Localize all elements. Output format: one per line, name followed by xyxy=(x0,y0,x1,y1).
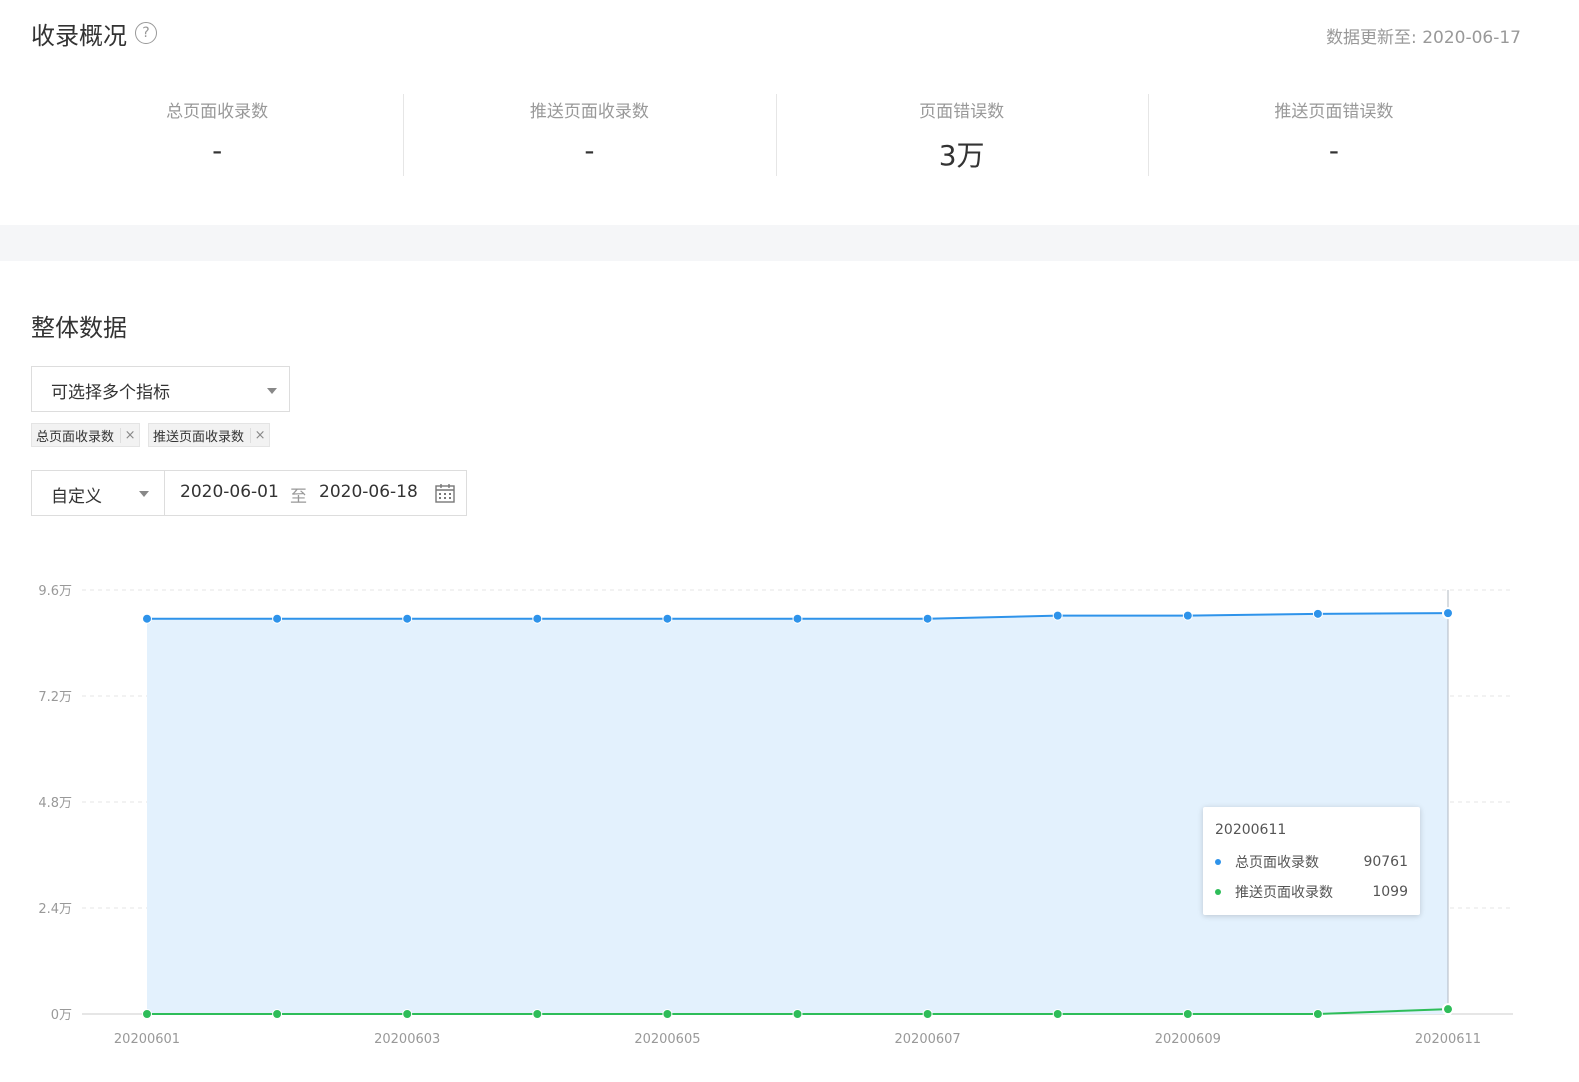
section-title: 整体数据 xyxy=(31,314,127,342)
series-point-push-indexed xyxy=(1052,1009,1063,1019)
metric-tag-label: 推送页面收录数 xyxy=(153,429,245,445)
overview-title: 收录概况 xyxy=(31,22,127,50)
data-updated-text: 数据更新至: 2020-06-17 xyxy=(1326,28,1521,48)
chevron-down-icon xyxy=(267,388,277,394)
series-point-push-indexed xyxy=(402,1009,413,1019)
x-tick-label: 20200611 xyxy=(1415,1032,1481,1047)
stat-push-errors: 推送页面错误数 - xyxy=(1147,92,1520,176)
series-point-push-indexed xyxy=(532,1009,543,1019)
close-icon[interactable]: × xyxy=(120,427,139,443)
stat-value: - xyxy=(1328,134,1339,167)
series-point-total-indexed xyxy=(1182,610,1193,621)
series-point-total-indexed xyxy=(922,613,933,624)
chevron-down-icon xyxy=(139,491,149,497)
y-tick-label: 0万 xyxy=(51,1008,72,1023)
series-point-total-indexed xyxy=(1052,610,1063,621)
series-point-push-indexed xyxy=(1442,1003,1454,1016)
date-range-picker: 自定义 2020-06-01 至 2020-06-18 xyxy=(31,470,467,516)
help-icon[interactable]: ? xyxy=(135,22,157,44)
y-tick-label: 4.8万 xyxy=(38,796,72,811)
series-point-push-indexed xyxy=(1182,1009,1193,1019)
series-point-push-indexed xyxy=(1312,1009,1323,1019)
stat-value: 3万 xyxy=(938,139,985,172)
tooltip-series-value: 1099 xyxy=(1372,884,1408,900)
series-point-total-indexed xyxy=(402,613,413,624)
stat-label: 推送页面收录数 xyxy=(529,102,649,122)
series-dot-icon xyxy=(1215,859,1221,865)
series-dot-icon xyxy=(1215,889,1221,895)
tooltip-row: 推送页面收录数 1099 xyxy=(1215,882,1408,902)
stat-value: - xyxy=(212,134,223,167)
metric-tag-label: 总页面收录数 xyxy=(36,429,115,445)
series-point-total-indexed xyxy=(142,613,152,624)
metric-tag: 推送页面收录数 × xyxy=(148,423,271,447)
date-end-input[interactable]: 2020-06-18 xyxy=(319,482,418,502)
series-point-total-indexed xyxy=(662,613,673,624)
x-tick-label: 20200603 xyxy=(374,1032,440,1047)
x-tick-label: 20200601 xyxy=(114,1032,180,1047)
overview-panel: 收录概况 ? 数据更新至: 2020-06-17 总页面收录数 - 推送页面收录… xyxy=(0,0,1579,225)
stat-page-errors: 页面错误数 3万 xyxy=(775,92,1148,176)
stat-push-indexed: 推送页面收录数 - xyxy=(403,92,775,176)
date-start-input[interactable]: 2020-06-01 xyxy=(180,482,279,502)
stat-label: 页面错误数 xyxy=(919,102,1005,122)
stat-label: 推送页面错误数 xyxy=(1274,102,1394,122)
series-point-push-indexed xyxy=(922,1009,933,1019)
stat-value: - xyxy=(584,134,595,167)
y-tick-label: 9.6万 xyxy=(38,584,72,599)
tooltip-series-value: 90761 xyxy=(1363,854,1408,870)
metric-select[interactable]: 可选择多个指标 xyxy=(31,366,290,412)
date-range-separator: 至 xyxy=(290,487,307,507)
series-point-total-indexed xyxy=(532,613,543,624)
stat-total-indexed: 总页面收录数 - xyxy=(31,92,403,176)
tooltip-date: 20200611 xyxy=(1215,822,1287,838)
series-point-push-indexed xyxy=(272,1009,283,1019)
date-mode-select[interactable]: 自定义 xyxy=(32,471,165,515)
series-point-total-indexed xyxy=(272,613,283,624)
series-point-push-indexed xyxy=(142,1009,152,1019)
x-tick-label: 20200607 xyxy=(895,1032,961,1047)
selected-metric-tags: 总页面收录数 × 推送页面收录数 × xyxy=(31,423,271,447)
tooltip-series-name: 推送页面收录数 xyxy=(1235,885,1333,901)
series-point-push-indexed xyxy=(792,1009,803,1019)
tooltip-series-name: 总页面收录数 xyxy=(1235,855,1319,871)
metric-tag: 总页面收录数 × xyxy=(31,423,141,447)
date-mode-value: 自定义 xyxy=(51,487,102,507)
close-icon[interactable]: × xyxy=(250,427,269,443)
tooltip-row: 总页面收录数 90761 xyxy=(1215,852,1408,872)
series-point-total-indexed xyxy=(1312,608,1323,619)
series-point-total-indexed xyxy=(1442,607,1454,620)
stat-label: 总页面收录数 xyxy=(166,102,269,122)
y-tick-label: 2.4万 xyxy=(38,902,72,917)
calendar-icon[interactable] xyxy=(435,483,455,503)
chart-tooltip: 20200611 总页面收录数 90761 推送页面收录数 1099 xyxy=(1203,807,1420,915)
x-tick-label: 20200605 xyxy=(634,1032,700,1047)
series-point-push-indexed xyxy=(662,1009,673,1019)
x-tick-label: 20200609 xyxy=(1155,1032,1221,1047)
section-divider xyxy=(0,225,1579,261)
stats-row: 总页面收录数 - 推送页面收录数 - 页面错误数 3万 推送页面错误数 - xyxy=(31,92,1520,176)
metric-select-placeholder: 可选择多个指标 xyxy=(51,383,170,403)
y-tick-label: 7.2万 xyxy=(38,690,72,705)
series-point-total-indexed xyxy=(792,613,803,624)
